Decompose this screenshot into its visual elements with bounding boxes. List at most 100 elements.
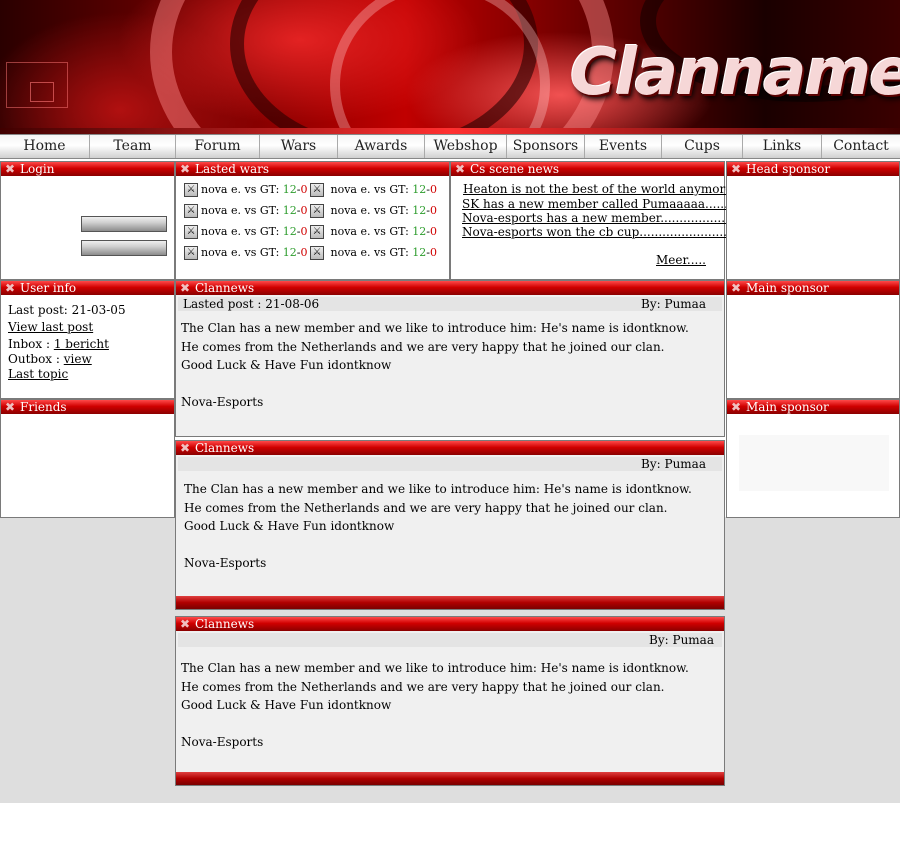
nav-contact[interactable]: Contact [822,135,900,158]
cs-news-title: Cs scene news [470,162,560,176]
nav-wars[interactable]: Wars [260,135,338,158]
cs-news-panel: ✖ Cs scene news Heaton is not the best o… [450,161,746,280]
war-entry[interactable]: ⚔ nova e. vs GT: 12-0 [184,224,308,240]
header-banner: Clanname [0,0,900,134]
soldier-icon: ⚔ [310,225,324,239]
more-link[interactable]: Meer..... [656,253,706,267]
soldier-icon: ⚔ [310,204,324,218]
nav-forum[interactable]: Forum [176,135,260,158]
main-sponsor-title: Main sponsor [746,281,829,295]
news-author: By: Pumaa [649,633,714,647]
nav-home[interactable]: Home [0,135,90,158]
war-entry[interactable]: ⚔ nova e. vs GT: 12-0 [310,224,437,240]
view-last-post-link[interactable]: View last post [8,320,93,334]
soldier-icon: ⚔ [184,246,198,260]
login-title: Login [20,162,55,176]
close-x-icon: ✖ [730,162,742,176]
main-sponsor-panel: ✖ Main sponsor [726,280,900,399]
panel-footer-bar [176,772,724,785]
outbox-link[interactable]: view [64,352,92,366]
close-x-icon: ✖ [454,162,466,176]
nav-sponsors[interactable]: Sponsors [507,135,585,158]
clannews-panel: ✖ Clannews By: Pumaa The Clan has a new … [175,440,725,610]
panel-header: ✖ Main sponsor [727,400,899,414]
panel-header: ✖ Main sponsor [727,281,899,295]
news-meta-bar: Lasted post : 21-08-06 By: Pumaa [178,297,722,311]
clannews-panel: ✖ Clannews Lasted post : 21-08-06 By: Pu… [175,280,725,437]
panel-header: ✖ Clannews [176,617,724,631]
close-x-icon: ✖ [4,162,16,176]
panel-header: ✖ User info [1,281,174,295]
close-x-icon: ✖ [179,617,191,631]
clannews-title: Clannews [195,441,255,455]
panel-footer-bar [176,596,724,609]
cs-news-link[interactable]: SK has a new member called Pumaaaaa.....… [462,197,728,211]
close-x-icon: ✖ [730,281,742,295]
login-panel: ✖ Login [0,161,175,280]
news-author: By: Pumaa [641,457,706,471]
war-entry[interactable]: ⚔ nova e. vs GT: 12-0 [184,203,308,219]
login-submit-button[interactable] [81,240,167,256]
clannews-title: Clannews [195,617,255,631]
news-meta-bar: By: Pumaa [178,457,722,471]
head-sponsor-title: Head sponsor [746,162,831,176]
main-nav: Home Team Forum Wars Awards Webshop Spon… [0,134,900,159]
panel-header: ✖ Login [1,162,174,176]
friends-title: Friends [20,400,67,414]
main-sponsor-panel: ✖ Main sponsor [726,399,900,518]
war-entry[interactable]: ⚔ nova e. vs GT: 12-0 [184,245,308,261]
login-username-button[interactable] [81,216,167,232]
circuit-graphic [30,82,54,102]
clannews-panel: ✖ Clannews By: Pumaa The Clan has a new … [175,616,725,786]
inbox-link[interactable]: 1 bericht [54,337,109,351]
nav-links[interactable]: Links [743,135,822,158]
nav-webshop[interactable]: Webshop [425,135,507,158]
last-post-text: Last post: 21-03-05 [8,303,126,317]
outbox-row: Outbox : view [8,352,92,366]
news-author: By: Pumaa [641,297,706,311]
close-x-icon: ✖ [730,400,742,414]
panel-header: ✖ Friends [1,400,174,414]
close-x-icon: ✖ [4,400,16,414]
news-meta-bar: By: Pumaa [178,633,722,647]
news-body: The Clan has a new member and we like to… [184,482,692,570]
panel-header: ✖ Lasted wars [176,162,449,176]
user-info-panel: ✖ User info Last post: 21-03-05 View las… [0,280,175,399]
last-topic-link[interactable]: Last topic [8,367,68,381]
wars-panel: ✖ Lasted wars ⚔ nova e. vs GT: 12-0 ⚔ nova… [175,161,450,280]
close-x-icon: ✖ [179,162,191,176]
user-info-title: User info [20,281,77,295]
clan-logo-title: Clanname [570,36,900,110]
war-entry[interactable]: ⚔ nova e. vs GT: 12-0 [310,182,437,198]
head-sponsor-panel: ✖ Head sponsor [726,161,900,280]
banner-decoration [330,0,550,134]
nav-cups[interactable]: Cups [662,135,743,158]
soldier-icon: ⚔ [184,204,198,218]
main-sponsor-title: Main sponsor [746,400,829,414]
news-body: The Clan has a new member and we like to… [181,321,689,409]
war-entry[interactable]: ⚔ nova e. vs GT: 12-0 [310,203,437,219]
friends-panel: ✖ Friends [0,399,175,518]
close-x-icon: ✖ [179,441,191,455]
panel-header: ✖ Cs scene news [451,162,724,176]
cs-news-link[interactable]: Heaton is not the best of the world anym… [463,182,732,196]
soldier-icon: ⚔ [310,183,324,197]
cs-news-link[interactable]: Nova-esports has a new member...........… [462,211,737,225]
panel-header: ✖ Clannews [176,441,724,455]
panel-header: ✖ Head sponsor [727,162,899,176]
panel-header: ✖ Clannews [176,281,724,295]
cs-news-link[interactable]: Nova-esports won the cb cup.............… [462,225,746,239]
inbox-row: Inbox : 1 bericht [8,337,109,351]
soldier-icon: ⚔ [184,225,198,239]
close-x-icon: ✖ [179,281,191,295]
lasted-post-date: Lasted post : 21-08-06 [183,297,320,311]
nav-awards[interactable]: Awards [338,135,425,158]
soldier-icon: ⚔ [184,183,198,197]
close-x-icon: ✖ [4,281,16,295]
war-entry[interactable]: ⚔ nova e. vs GT: 12-0 [310,245,437,261]
war-entry[interactable]: ⚔ nova e. vs GT: 12-0 [184,182,308,198]
nav-team[interactable]: Team [90,135,176,158]
clannews-title: Clannews [195,281,255,295]
nav-events[interactable]: Events [585,135,662,158]
news-body: The Clan has a new member and we like to… [181,661,689,749]
